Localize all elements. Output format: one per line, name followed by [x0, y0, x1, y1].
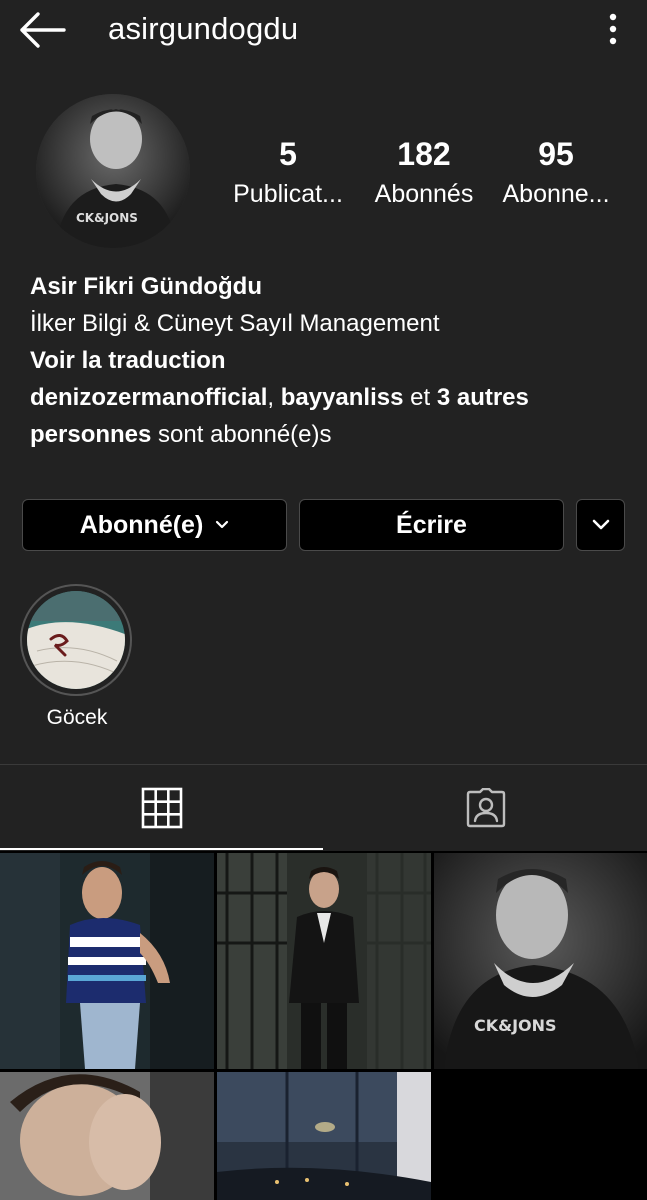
followed-by-text[interactable]: denizozermanofficial, bayyanliss et 3 au…: [30, 384, 529, 448]
profile-full-name: Asir Fikri Gündoğdu: [30, 273, 262, 300]
grid-icon: [141, 787, 182, 829]
active-tab-indicator: [0, 848, 323, 850]
tab-divider: [0, 764, 647, 765]
svg-text:CK&JONS: CK&JONS: [474, 1016, 557, 1035]
post-thumbnail[interactable]: [0, 1072, 214, 1200]
following-count[interactable]: 95 Abonne...: [496, 134, 616, 214]
followed-by-suffix: sont abonné(e)s: [151, 421, 332, 448]
post-thumbnail[interactable]: [217, 853, 431, 1069]
post-thumbnail[interactable]: CK&JONS: [434, 853, 647, 1069]
following-button[interactable]: Abonné(e): [22, 499, 287, 551]
profile-username: asirgundogdu: [108, 11, 299, 46]
vertical-ellipsis-icon: [609, 13, 617, 45]
profile-bio: Asir Fikri Gündoğdu İlker Bilgi & Cüneyt…: [30, 268, 630, 453]
post-thumbnail[interactable]: [217, 1072, 431, 1200]
followed-by-separator: ,: [267, 384, 281, 411]
arrow-left-icon: [20, 12, 66, 48]
highlight-ring: [20, 584, 132, 696]
message-button[interactable]: Écrire: [299, 499, 564, 551]
post-thumbnail[interactable]: [0, 853, 214, 1069]
highlight-label: Göcek: [46, 706, 108, 729]
followed-by-user-1[interactable]: denizozermanofficial: [30, 384, 267, 411]
svg-text:CK&JONS: CK&JONS: [76, 211, 138, 225]
following-number: 95: [538, 136, 574, 172]
followed-by-and: et: [403, 384, 437, 411]
chevron-down-icon: [216, 520, 229, 529]
message-button-label: Écrire: [396, 510, 467, 539]
back-button[interactable]: [18, 10, 68, 50]
suggested-accounts-button[interactable]: [576, 499, 625, 551]
tab-grid[interactable]: [0, 766, 323, 850]
posts-number: 5: [279, 136, 297, 172]
followed-by-user-2[interactable]: bayyanliss: [281, 384, 404, 411]
highlight-cover-image: [27, 591, 125, 689]
followers-number: 182: [397, 136, 451, 172]
top-bar: asirgundogdu: [0, 0, 647, 60]
see-translation-link[interactable]: Voir la traduction: [30, 342, 630, 379]
profile-description: İlker Bilgi & Cüneyt Sayıl Management: [30, 310, 440, 337]
profile-avatar[interactable]: CK&JONS: [36, 94, 190, 248]
following-label: Abonne...: [502, 180, 610, 208]
posts-count[interactable]: 5 Publicat...: [226, 134, 350, 214]
more-options-button[interactable]: [598, 12, 628, 46]
following-button-label: Abonné(e): [79, 510, 204, 539]
story-highlight[interactable]: [20, 584, 134, 696]
followers-count[interactable]: 182 Abonnés: [366, 134, 482, 214]
chevron-down-icon: [592, 519, 609, 530]
posts-label: Publicat...: [233, 180, 343, 208]
tab-tagged[interactable]: [324, 766, 647, 850]
tagged-person-icon: [466, 788, 505, 828]
followers-label: Abonnés: [374, 180, 474, 208]
